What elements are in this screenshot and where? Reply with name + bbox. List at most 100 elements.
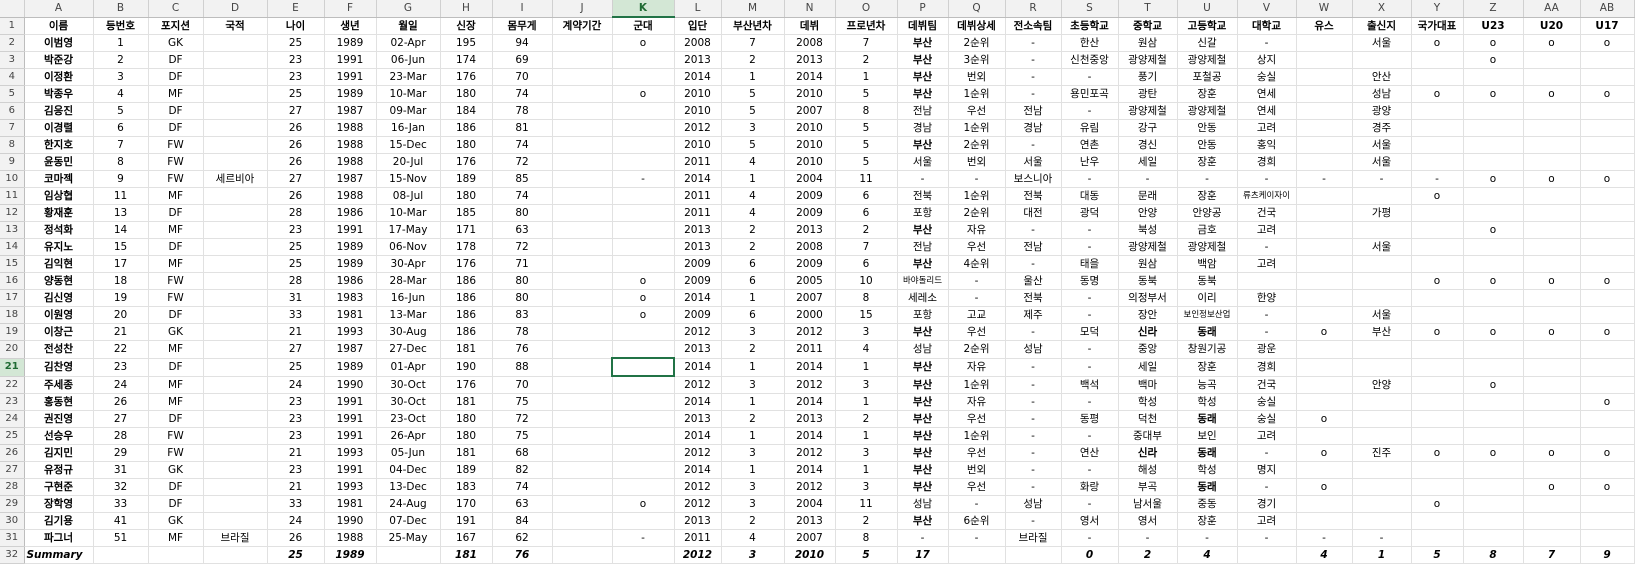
cell[interactable] <box>1523 102 1581 120</box>
cell[interactable] <box>1523 136 1581 154</box>
cell[interactable]: o <box>1463 272 1524 290</box>
cell[interactable] <box>203 187 268 205</box>
cell[interactable]: 1 <box>721 461 785 479</box>
cell[interactable]: 195 <box>440 34 493 52</box>
cell[interactable]: 1981 <box>324 495 377 513</box>
cell[interactable]: - <box>1005 68 1062 86</box>
cell[interactable]: 3 <box>721 495 785 513</box>
cell[interactable]: 1 <box>721 393 785 411</box>
cell[interactable]: 1순위 <box>948 376 1006 394</box>
cell[interactable]: 15 <box>93 238 149 256</box>
cell[interactable]: 백암 <box>1177 255 1238 273</box>
column-title-cell[interactable]: 부산년차 <box>721 17 785 35</box>
cell[interactable]: 21 <box>267 478 325 496</box>
cell[interactable]: DF <box>148 238 204 256</box>
cell[interactable]: 2013 <box>784 410 836 428</box>
cell[interactable]: 연촌 <box>1061 136 1119 154</box>
cell[interactable] <box>93 546 149 564</box>
cell[interactable]: 181 <box>440 393 493 411</box>
cell[interactable]: 덕천 <box>1118 410 1178 428</box>
cell[interactable]: 5 <box>93 102 149 120</box>
cell[interactable] <box>1411 136 1464 154</box>
cell[interactable]: 세르비아 <box>203 170 268 188</box>
cell[interactable]: 1988 <box>324 136 377 154</box>
cell[interactable] <box>1463 204 1524 222</box>
cell[interactable]: 5 <box>1411 546 1464 564</box>
cell[interactable]: 1987 <box>324 102 377 120</box>
cell[interactable]: - <box>1352 529 1412 547</box>
cell[interactable]: 5 <box>835 546 898 564</box>
cell[interactable] <box>1411 376 1464 394</box>
cell[interactable]: - <box>1296 170 1353 188</box>
cell[interactable]: 2012 <box>784 444 836 462</box>
cell[interactable]: 건국 <box>1237 204 1297 222</box>
cell[interactable]: 이경렬 <box>24 119 94 137</box>
cell[interactable] <box>203 427 268 445</box>
cell[interactable]: 2 <box>93 51 149 69</box>
cell[interactable]: o <box>1411 444 1464 462</box>
cell[interactable]: 2012 <box>784 478 836 496</box>
cell[interactable]: 부산 <box>897 376 949 394</box>
cell[interactable]: 전북 <box>897 187 949 205</box>
cell[interactable]: 전남 <box>897 102 949 120</box>
cell[interactable]: 2 <box>721 512 785 530</box>
cell[interactable] <box>203 153 268 171</box>
cell[interactable] <box>1523 376 1581 394</box>
cell[interactable]: 2009 <box>674 272 722 290</box>
cell[interactable] <box>1352 358 1412 377</box>
cell[interactable] <box>552 119 613 137</box>
cell[interactable] <box>203 376 268 394</box>
cell[interactable]: 2013 <box>784 512 836 530</box>
row-header[interactable]: 2 <box>0 34 25 52</box>
cell[interactable]: 2010 <box>784 119 836 137</box>
cell[interactable]: 181 <box>440 444 493 462</box>
cell[interactable]: 78 <box>492 323 553 341</box>
cell[interactable]: 경희 <box>1237 358 1297 377</box>
cell[interactable]: 김지민 <box>24 444 94 462</box>
cell[interactable]: - <box>1061 358 1119 377</box>
cell[interactable] <box>1296 153 1353 171</box>
cell[interactable] <box>612 393 675 411</box>
cell[interactable]: DF <box>148 119 204 137</box>
cell[interactable]: 75 <box>492 393 553 411</box>
cell[interactable]: 2014 <box>674 68 722 86</box>
cell[interactable]: FW <box>148 444 204 462</box>
cell[interactable]: 13-Mar <box>376 306 441 324</box>
cell[interactable]: 1 <box>721 358 785 377</box>
column-header-q[interactable]: Q <box>948 0 1006 18</box>
cell[interactable]: 2012 <box>784 376 836 394</box>
cell[interactable]: o <box>612 85 675 103</box>
cell[interactable]: 영서 <box>1061 512 1119 530</box>
column-title-cell[interactable]: 출신지 <box>1352 17 1412 35</box>
cell[interactable]: 4순위 <box>948 255 1006 273</box>
cell[interactable]: 전북 <box>1005 289 1062 307</box>
cell[interactable]: 02-Apr <box>376 34 441 52</box>
cell[interactable]: 23 <box>267 461 325 479</box>
cell[interactable]: 10-Mar <box>376 204 441 222</box>
cell[interactable]: o <box>1463 323 1524 341</box>
cell[interactable]: o <box>1523 323 1581 341</box>
cell[interactable]: 2011 <box>784 340 836 359</box>
cell[interactable]: 1989 <box>324 546 377 564</box>
column-header-x[interactable]: X <box>1352 0 1412 18</box>
cell[interactable] <box>203 289 268 307</box>
row-header[interactable]: 10 <box>0 170 25 188</box>
cell[interactable] <box>1411 102 1464 120</box>
column-header-u[interactable]: U <box>1177 0 1238 18</box>
cell[interactable]: 2013 <box>674 238 722 256</box>
column-title-cell[interactable]: 고등학교 <box>1177 17 1238 35</box>
cell[interactable]: 안동 <box>1177 119 1238 137</box>
cell[interactable] <box>1296 306 1353 324</box>
cell[interactable]: 정석화 <box>24 221 94 239</box>
cell[interactable]: 5 <box>835 85 898 103</box>
cell[interactable]: MF <box>148 340 204 359</box>
cell[interactable] <box>611 357 675 377</box>
cell[interactable]: DF <box>148 51 204 69</box>
cell[interactable]: o <box>612 306 675 324</box>
cell[interactable]: - <box>1005 393 1062 411</box>
cell[interactable]: 2009 <box>784 187 836 205</box>
cell[interactable]: - <box>1118 170 1178 188</box>
cell[interactable]: 2014 <box>674 461 722 479</box>
cell[interactable]: 2009 <box>674 255 722 273</box>
row-header[interactable]: 28 <box>0 478 25 496</box>
